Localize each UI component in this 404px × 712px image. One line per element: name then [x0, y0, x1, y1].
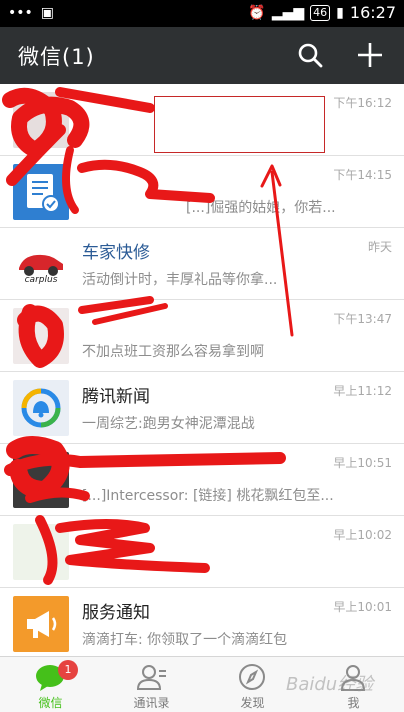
avatar	[13, 308, 69, 364]
chat-time: 昨天	[367, 240, 392, 254]
chat-time: 下午16:12	[333, 96, 392, 110]
tab-label: 发现	[240, 696, 265, 710]
chat-row[interactable]: carplus 车家快修 活动倒计时，丰厚礼品等你拿... 昨天	[0, 228, 404, 300]
carplus-logo-avatar: carplus	[13, 236, 69, 292]
chat-row[interactable]: 腾讯新闻 一周综艺:跑男女神泥潭混战 早上11:12	[0, 372, 404, 444]
chat-time: 下午13:47	[333, 312, 392, 326]
tab-contacts[interactable]: 通讯录	[101, 657, 202, 712]
signal-icon: ▂▄▆	[271, 4, 305, 21]
chat-preview: 不加点班工资那么容易拿到啊	[82, 344, 264, 360]
document-card-avatar	[13, 164, 69, 220]
svg-text:carplus: carplus	[25, 275, 58, 285]
chat-name: 腾讯新闻	[82, 387, 150, 407]
status-bar: ••• ▣ ⏰ ▂▄▆ 46 ▮ 16:27	[0, 0, 404, 27]
chat-time: 早上11:12	[333, 384, 392, 398]
tencent-news-avatar	[13, 380, 69, 436]
add-icon[interactable]	[354, 39, 386, 71]
tab-label: 通讯录	[133, 696, 170, 710]
chat-name: 车家快修	[82, 243, 150, 263]
tab-chats[interactable]: 1 微信	[0, 657, 101, 712]
chat-time: 下午14:15	[333, 168, 392, 182]
chat-preview: [...]倔强的姑娘，你若...	[186, 200, 336, 216]
clock: 16:27	[349, 3, 396, 22]
page-title: 微信(1)	[18, 45, 95, 69]
battery-icon: ▮	[336, 4, 344, 21]
chat-list: 下午16:12 [...]倔强的姑娘，你若... 下午14:15 carplus…	[0, 84, 404, 660]
chat-row[interactable]: 服务通知 滴滴打车: 你领取了一个滴滴红包 早上10:01	[0, 588, 404, 660]
chat-preview: 活动倒计时，丰厚礼品等你拿...	[82, 272, 278, 288]
chat-row[interactable]: 早上10:02	[0, 516, 404, 588]
highlight-box	[154, 96, 325, 153]
chat-row[interactable]: [...]倔强的姑娘，你若... 下午14:15	[0, 156, 404, 228]
chat-time: 早上10:01	[333, 600, 392, 614]
chat-preview: [...]Intercessor: [链接] 桃花飘红包至...	[82, 488, 334, 504]
unread-badge: 1	[58, 660, 78, 680]
compass-icon	[239, 664, 265, 690]
chat-time: 早上10:51	[333, 456, 392, 470]
chat-row[interactable]: 不加点班工资那么容易拿到啊 下午13:47	[0, 300, 404, 372]
chat-preview: 滴滴打车: 你领取了一个滴滴红包	[82, 632, 288, 648]
watermark: Baidu经验	[286, 674, 374, 695]
tab-label: 我	[347, 696, 360, 710]
avatar	[13, 524, 69, 580]
search-icon[interactable]	[294, 39, 326, 71]
avatar	[13, 92, 69, 148]
network-type-badge: 46	[310, 4, 331, 21]
chat-preview: 一周综艺:跑男女神泥潭混战	[82, 416, 255, 432]
service-horn-avatar	[13, 596, 69, 652]
app-bar: 微信(1)	[0, 27, 404, 84]
chat-time: 早上10:02	[333, 528, 392, 542]
chat-name: 服务通知	[82, 603, 150, 623]
chat-row[interactable]: [...]Intercessor: [链接] 桃花飘红包至... 早上10:51	[0, 444, 404, 516]
more-dots-icon: •••	[8, 5, 33, 21]
contacts-icon	[136, 665, 166, 690]
avatar	[13, 452, 69, 508]
alarm-icon: ⏰	[248, 4, 266, 21]
image-notification-icon: ▣	[40, 5, 55, 21]
tab-label: 微信	[38, 696, 63, 710]
